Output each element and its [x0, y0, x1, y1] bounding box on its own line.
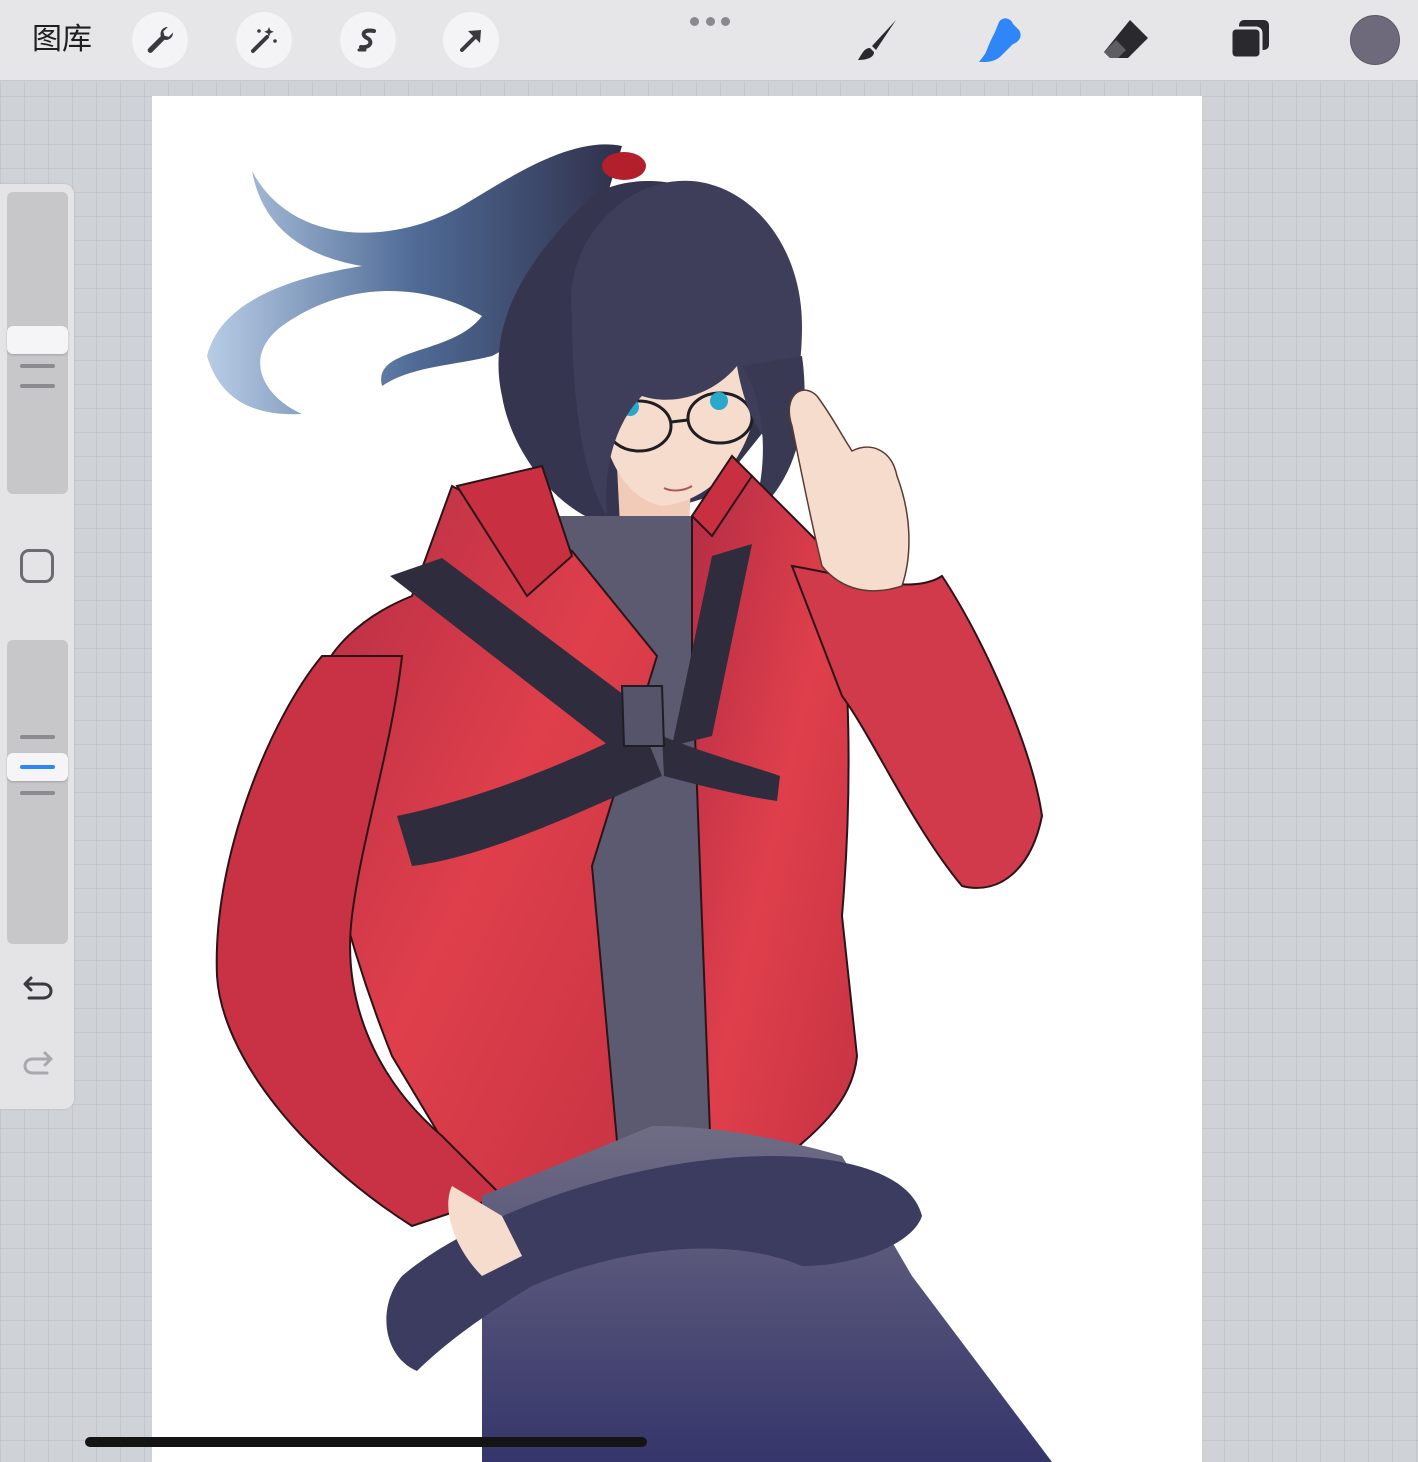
left-sidebar: [0, 184, 74, 1109]
character-illustration: [207, 144, 1052, 1462]
home-indicator: [85, 1437, 647, 1447]
redo-button[interactable]: [18, 1042, 58, 1082]
transform-arrow-icon: [460, 30, 481, 52]
top-toolbar: 图库: [0, 0, 1418, 81]
slider-tick: [20, 364, 55, 368]
paint-tool-button[interactable]: [850, 14, 902, 66]
drawing-canvas[interactable]: [152, 96, 1202, 1462]
dot-icon: [721, 16, 730, 26]
selection-icon: [357, 28, 376, 52]
layers-button[interactable]: [1225, 14, 1277, 66]
actions-button[interactable]: [132, 12, 188, 68]
adjustments-button[interactable]: [236, 12, 292, 68]
right-eye: [710, 392, 728, 410]
smudge-icon: [979, 18, 1021, 62]
gallery-button[interactable]: 图库: [32, 20, 92, 60]
wrench-icon: [147, 26, 174, 53]
modify-square-icon[interactable]: [20, 549, 54, 583]
undo-button[interactable]: [18, 967, 58, 1007]
harness-buckle: [620, 685, 666, 747]
layers-icon: [1229, 20, 1269, 60]
eraser-tool-button[interactable]: [1100, 14, 1152, 66]
eraser-icon: [1104, 20, 1148, 58]
dot-icon: [705, 16, 715, 26]
slider-tick: [20, 735, 55, 739]
transform-button[interactable]: [443, 12, 499, 68]
magic-wand-icon: [251, 27, 277, 53]
undo-icon: [23, 976, 53, 1000]
slider-tick: [20, 384, 55, 388]
brush-icon: [858, 20, 896, 60]
smudge-tool-button[interactable]: [975, 14, 1027, 66]
selection-button[interactable]: [340, 12, 396, 68]
hair-tie: [602, 152, 646, 180]
color-picker-button[interactable]: [1350, 15, 1400, 65]
redo-icon: [23, 1051, 53, 1075]
dot-icon: [690, 16, 699, 26]
slider-tick: [20, 791, 55, 795]
slider-tick-active: [20, 765, 55, 769]
more-options-button[interactable]: [690, 14, 730, 28]
brush-size-thumb[interactable]: [7, 326, 68, 354]
